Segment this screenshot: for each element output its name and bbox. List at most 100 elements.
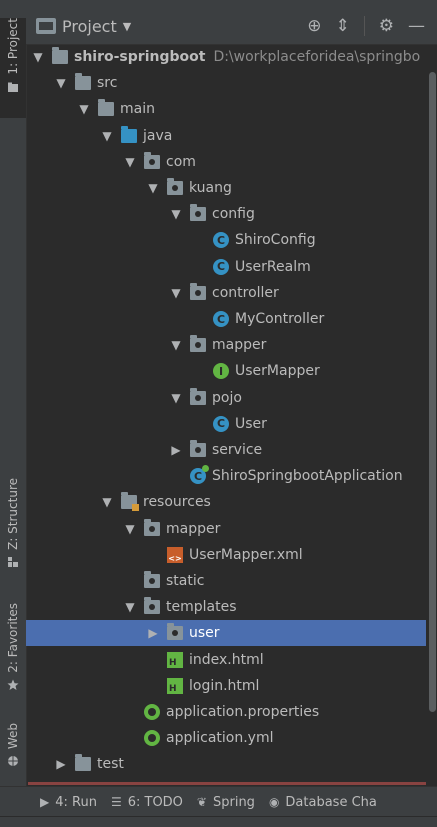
tree-node-label: UserRealm [235,258,311,275]
panel-bottom-edge [28,782,426,785]
tree-node[interactable]: ▼ main [26,96,426,122]
left-tab-project-label: 1: Project [6,18,20,75]
tree-node[interactable]: C MyController [26,306,426,332]
tree-node-label: templates [166,599,237,616]
tree-node-label: service [212,442,263,458]
tree-node-label: login.html [189,677,260,694]
run-tab[interactable]: ▶ 4: Run [40,795,97,810]
folder-icon [98,99,114,117]
collapse-arrow-icon[interactable]: ▶ [145,626,161,640]
settings-icon[interactable]: ⚙ [379,17,394,35]
tree-node-label: index.html [189,651,264,668]
left-tab-structure[interactable]: Z: Structure [0,478,26,578]
todo-tab[interactable]: ☰ 6: TODO [111,795,183,810]
tree-node[interactable]: ▼ src [26,70,426,96]
java-interface-icon: I [213,363,229,380]
collapse-arrow-icon[interactable]: ▶ [53,757,69,771]
package-icon [167,623,183,641]
tree-node[interactable]: static [26,568,426,594]
expand-arrow-icon[interactable]: ▼ [99,129,115,143]
tree-node-label: ShiroConfig [235,232,316,249]
tree-node[interactable]: ▼ mapper [26,516,426,542]
expand-arrow-icon[interactable]: ▼ [168,391,184,405]
collapse-icon[interactable]: ⇕ [336,17,350,35]
locate-icon[interactable]: ⊕ [307,17,321,35]
project-path: D:\workplaceforidea\springbo [213,49,421,65]
tree-node[interactable]: <> UserMapper.xml [26,542,426,568]
project-tree[interactable]: ▼ shiro-springboot D:\workplaceforidea\spr… [26,44,426,784]
database-icon: ◉ [268,795,280,809]
globe-icon [8,756,18,767]
package-icon [190,440,206,457]
html-file-icon [167,677,183,694]
folder-icon [75,754,91,772]
expand-arrow-icon[interactable]: ▼ [53,76,69,90]
tree-node[interactable]: C UserRealm [26,254,426,280]
tree-node[interactable]: ▶ service [26,437,426,463]
tree-node[interactable]: ▶ user [26,620,426,647]
spring-icon: ❦ [196,795,207,809]
expand-arrow-icon[interactable]: ▼ [30,50,46,64]
expand-arrow-icon[interactable]: ▼ [122,600,138,614]
tree-node[interactable]: ▼ resources [26,489,426,515]
spring-config-file-icon [144,730,160,747]
tree-node[interactable]: application.yml [26,725,426,751]
scrollbar-thumb[interactable] [429,72,436,712]
project-view-selector[interactable]: Project ▼ [36,17,131,36]
tree-node[interactable]: C ShiroSpringbootApplication [26,463,426,489]
tree-scrollbar[interactable] [428,44,437,784]
hide-icon[interactable]: — [408,17,425,35]
collapse-arrow-icon[interactable]: ▶ [168,443,184,457]
expand-arrow-icon[interactable]: ▼ [122,522,138,536]
package-icon [190,387,206,405]
structure-icon [8,556,18,567]
tree-node-label: pojo [212,389,242,406]
resources-folder-icon [121,492,139,512]
chevron-down-icon: ▼ [122,19,132,33]
tree-node[interactable]: index.html [26,647,426,673]
tree-node[interactable]: ▼ kuang [26,175,426,201]
tree-node[interactable]: I UserMapper [26,358,426,384]
tree-node[interactable]: ▼ controller [26,280,426,306]
project-panel-title: Project [62,16,117,36]
project-panel-header: Project ▼ ⊕ ⇕ ⚙ — [26,8,437,45]
tree-node[interactable]: C ShiroConfig [26,227,426,253]
expand-arrow-icon[interactable]: ▼ [76,102,92,116]
left-tool-strip: 1: Project Z: Structure 2: Favorites Web [0,8,27,786]
spring-config-file-icon [144,704,160,720]
left-tab-structure-label: Z: Structure [6,478,20,550]
tree-node[interactable]: ▼ java [26,123,426,149]
expand-arrow-icon[interactable]: ▼ [168,338,184,352]
tree-node[interactable]: application.properties [26,699,426,725]
tree-node[interactable]: ▼ com [26,149,426,175]
tree-node-label: user [189,625,220,642]
java-class-icon: C [213,415,229,432]
expand-arrow-icon[interactable]: ▼ [145,181,161,195]
package-icon [144,571,160,588]
tree-node-label: config [212,206,255,223]
tree-node-label: resources [143,494,211,511]
package-icon [190,204,206,222]
tree-node[interactable]: login.html [26,673,426,699]
xml-file-icon: <> [167,546,183,563]
expand-arrow-icon[interactable]: ▼ [122,155,138,169]
tree-node[interactable]: ▼ mapper [26,332,426,358]
source-folder-icon [121,125,137,143]
tree-node-label: kuang [189,180,232,196]
tree-node[interactable]: ▼ templates [26,594,426,620]
divider [363,16,365,36]
tree-node[interactable]: ▼ config [26,201,426,227]
spring-tab[interactable]: ❦ Spring [197,795,255,810]
expand-arrow-icon[interactable]: ▼ [99,495,115,509]
tree-node[interactable]: ▼ shiro-springboot D:\workplaceforidea\spr… [26,44,426,70]
tree-node[interactable]: C User [26,411,426,437]
expand-arrow-icon[interactable]: ▼ [168,207,184,221]
expand-arrow-icon[interactable]: ▼ [168,286,184,300]
left-tab-project[interactable]: 1: Project [0,18,26,118]
left-tab-web[interactable]: Web [0,723,26,783]
database-tab[interactable]: ◉ Database Cha [269,795,377,810]
run-tab-label: 4: Run [55,794,97,810]
left-tab-favorites[interactable]: 2: Favorites [0,603,26,703]
tree-node[interactable]: ▼ pojo [26,385,426,411]
tree-node[interactable]: ▶ test [26,751,426,777]
